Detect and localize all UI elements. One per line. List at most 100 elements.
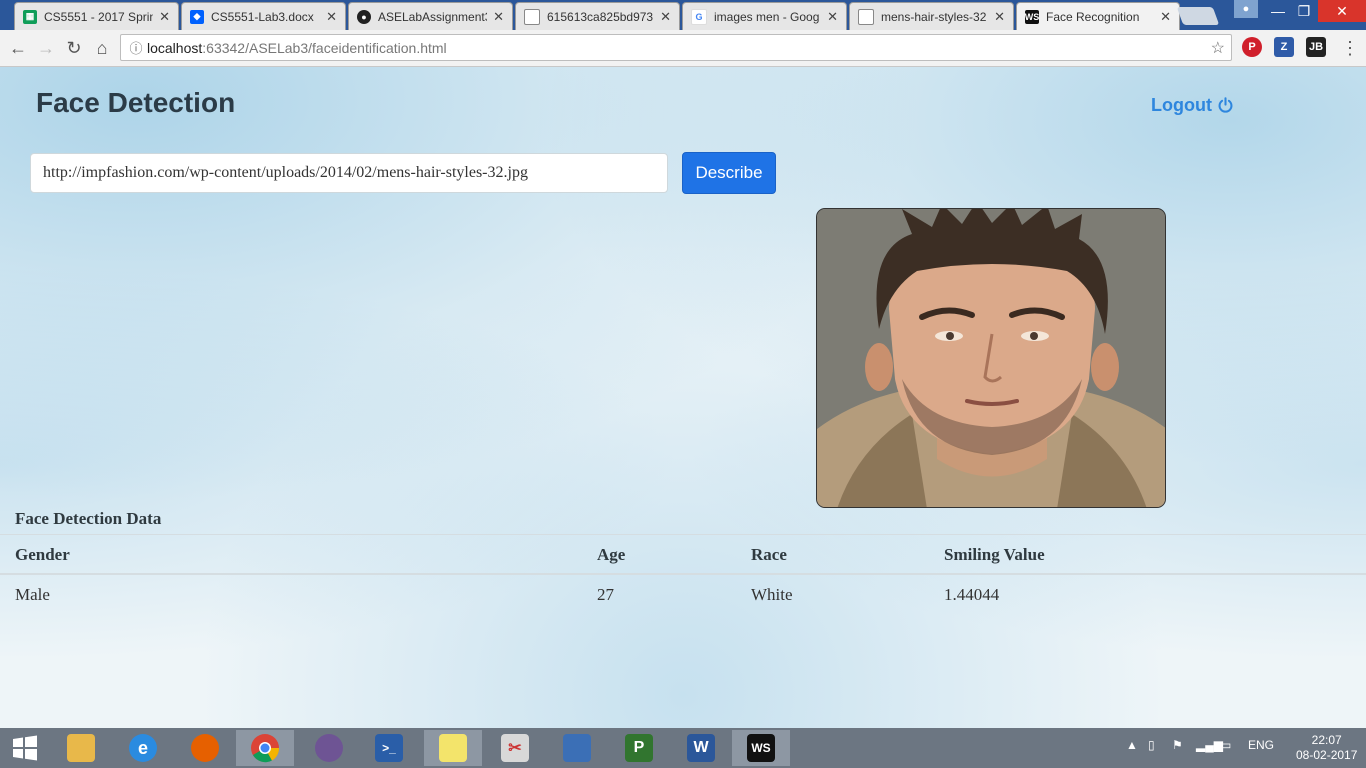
network-signal-icon[interactable]: ▂▄▆ <box>1196 738 1223 752</box>
taskbar-chrome[interactable] <box>236 730 294 766</box>
header-age: Age <box>597 545 626 564</box>
webstorm-icon: WS <box>1024 9 1040 24</box>
back-icon[interactable]: ← <box>6 36 30 60</box>
address-bar[interactable]: ⓘ localhost:63342/ASELab3/faceidentifica… <box>120 34 1232 61</box>
pinterest-extension-icon[interactable]: P <box>1242 37 1262 57</box>
page-content: Face Detection Logout Describe <box>0 67 1366 728</box>
user-profile-icon[interactable]: ● <box>1234 0 1258 18</box>
tray-device-icon[interactable]: ▯ <box>1148 738 1155 752</box>
close-tab-icon[interactable]: ✕ <box>493 9 504 25</box>
system-clock[interactable]: 22:07 08-02-2017 <box>1296 733 1357 763</box>
powershell-icon: >_ <box>375 734 403 762</box>
chrome-icon <box>251 734 280 763</box>
windows-logo-icon <box>13 735 37 761</box>
clock-time: 22:07 <box>1311 733 1342 747</box>
home-icon[interactable]: ⌂ <box>90 36 114 60</box>
zotero-extension-icon[interactable]: Z <box>1274 37 1294 57</box>
tab-title: ASELabAssignment3 <box>378 9 488 24</box>
extension-label: P <box>1248 41 1256 53</box>
project-icon: P <box>625 734 653 762</box>
cell-gender: Male <box>15 585 50 604</box>
webstorm-icon: WS <box>747 734 775 762</box>
face-data-table: Gender Age Race Smiling Value Male 27 Wh… <box>0 534 1366 615</box>
close-tab-icon[interactable]: ✕ <box>660 9 671 25</box>
action-center-icon[interactable]: ⚑ <box>1172 738 1183 752</box>
table-row: Male 27 White 1.44044 <box>0 575 1366 615</box>
taskbar-powershell[interactable]: >_ <box>360 730 418 766</box>
start-button[interactable] <box>0 730 50 766</box>
clock-date: 08-02-2017 <box>1296 748 1358 762</box>
sticky-notes-icon <box>439 734 467 762</box>
jetbrains-extension-icon[interactable]: JB <box>1306 37 1326 57</box>
new-tab-button[interactable] <box>1176 7 1220 25</box>
section-title: Face Detection Data <box>15 509 162 528</box>
taskbar-project[interactable]: P <box>610 730 668 766</box>
word-icon: W <box>687 734 715 762</box>
logout-link[interactable]: Logout <box>1151 95 1234 116</box>
tab-image-file[interactable]: 615613ca825bd973 ✕ <box>515 2 680 30</box>
taskbar-firefox[interactable] <box>176 730 234 766</box>
github-cat-icon <box>315 734 343 762</box>
image-url-input[interactable] <box>30 153 668 193</box>
dropbox-icon: ◆ <box>190 9 204 24</box>
tab-sheets[interactable]: ▦ CS5551 - 2017 Sprin ✕ <box>14 2 179 30</box>
bookmark-star-icon[interactable]: ☆ <box>1211 38 1225 58</box>
google-icon: G <box>691 8 707 25</box>
header-gender: Gender <box>15 545 70 564</box>
reload-icon[interactable]: ↻ <box>62 36 86 60</box>
address-host: localhost <box>147 39 203 56</box>
close-tab-icon[interactable]: ✕ <box>1160 9 1171 25</box>
header-race: Race <box>751 545 787 564</box>
table-header-row: Gender Age Race Smiling Value <box>0 534 1366 575</box>
tab-title: Face Recognition <box>1046 9 1140 24</box>
close-window-icon[interactable]: ✕ <box>1318 0 1366 22</box>
forward-icon[interactable]: → <box>34 36 58 60</box>
cell-age: 27 <box>597 585 614 604</box>
browser-toolbar: ← → ↻ ⌂ ⓘ localhost:63342/ASELab3/faceid… <box>0 30 1366 67</box>
logout-label: Logout <box>1151 95 1212 115</box>
windows-taskbar: e >_ ✂ P W WS ▲ ▯ ⚑ ▂▄▆ ▭ ENG 22:07 08-0… <box>0 728 1366 768</box>
show-hidden-icons[interactable]: ▲ <box>1126 738 1138 752</box>
power-icon <box>1218 97 1233 113</box>
extension-label: Z <box>1280 41 1288 53</box>
close-tab-icon[interactable]: ✕ <box>994 9 1005 25</box>
tab-google[interactable]: G images men - Goog ✕ <box>682 2 847 30</box>
tab-hair-styles[interactable]: mens-hair-styles-32 ✕ <box>849 2 1014 30</box>
address-path: :63342/ASELab3/faceidentification.html <box>202 39 447 56</box>
scissors-icon: ✂ <box>501 734 529 762</box>
github-icon: ● <box>357 9 371 24</box>
cell-race: White <box>751 585 793 604</box>
browser-tab-strip: ▦ CS5551 - 2017 Sprin ✕ ◆ CS5551-Lab3.do… <box>0 0 1366 30</box>
document-icon <box>858 8 874 25</box>
tab-title: CS5551 - 2017 Sprin <box>44 9 154 24</box>
taskbar-github-desktop[interactable] <box>300 730 358 766</box>
tab-title: mens-hair-styles-32 <box>881 9 987 24</box>
taskbar-word[interactable]: W <box>672 730 730 766</box>
chrome-menu-icon[interactable]: ⋮ <box>1338 36 1362 60</box>
extension-label: JB <box>1308 41 1324 53</box>
sheets-icon: ▦ <box>23 9 37 24</box>
tab-dropbox[interactable]: ◆ CS5551-Lab3.docx ✕ <box>181 2 346 30</box>
info-icon[interactable]: ⓘ <box>125 38 147 57</box>
internet-explorer-icon: e <box>129 734 157 762</box>
battery-icon[interactable]: ▭ <box>1220 738 1231 752</box>
tab-github[interactable]: ● ASELabAssignment3 ✕ <box>348 2 513 30</box>
close-tab-icon[interactable]: ✕ <box>827 9 838 25</box>
taskbar-snipping-tool[interactable]: ✂ <box>486 730 544 766</box>
close-tab-icon[interactable]: ✕ <box>326 9 337 25</box>
input-language[interactable]: ENG <box>1248 738 1274 752</box>
taskbar-webstorm[interactable]: WS <box>732 730 790 766</box>
tab-title: 615613ca825bd973 <box>547 9 654 24</box>
tab-title: images men - Goog <box>714 9 820 24</box>
taskbar-file-explorer[interactable] <box>52 730 110 766</box>
close-tab-icon[interactable]: ✕ <box>159 9 170 25</box>
taskbar-internet-explorer[interactable]: e <box>114 730 172 766</box>
taskbar-sticky-notes[interactable] <box>424 730 482 766</box>
remote-desktop-icon <box>563 734 591 762</box>
header-smiling-value: Smiling Value <box>944 545 1045 564</box>
cell-smiling-value: 1.44044 <box>944 585 1000 604</box>
describe-button[interactable]: Describe <box>682 152 776 194</box>
tab-face-recognition[interactable]: WS Face Recognition ✕ <box>1016 2 1180 30</box>
firefox-icon <box>191 734 219 762</box>
taskbar-remote-desktop[interactable] <box>548 730 606 766</box>
